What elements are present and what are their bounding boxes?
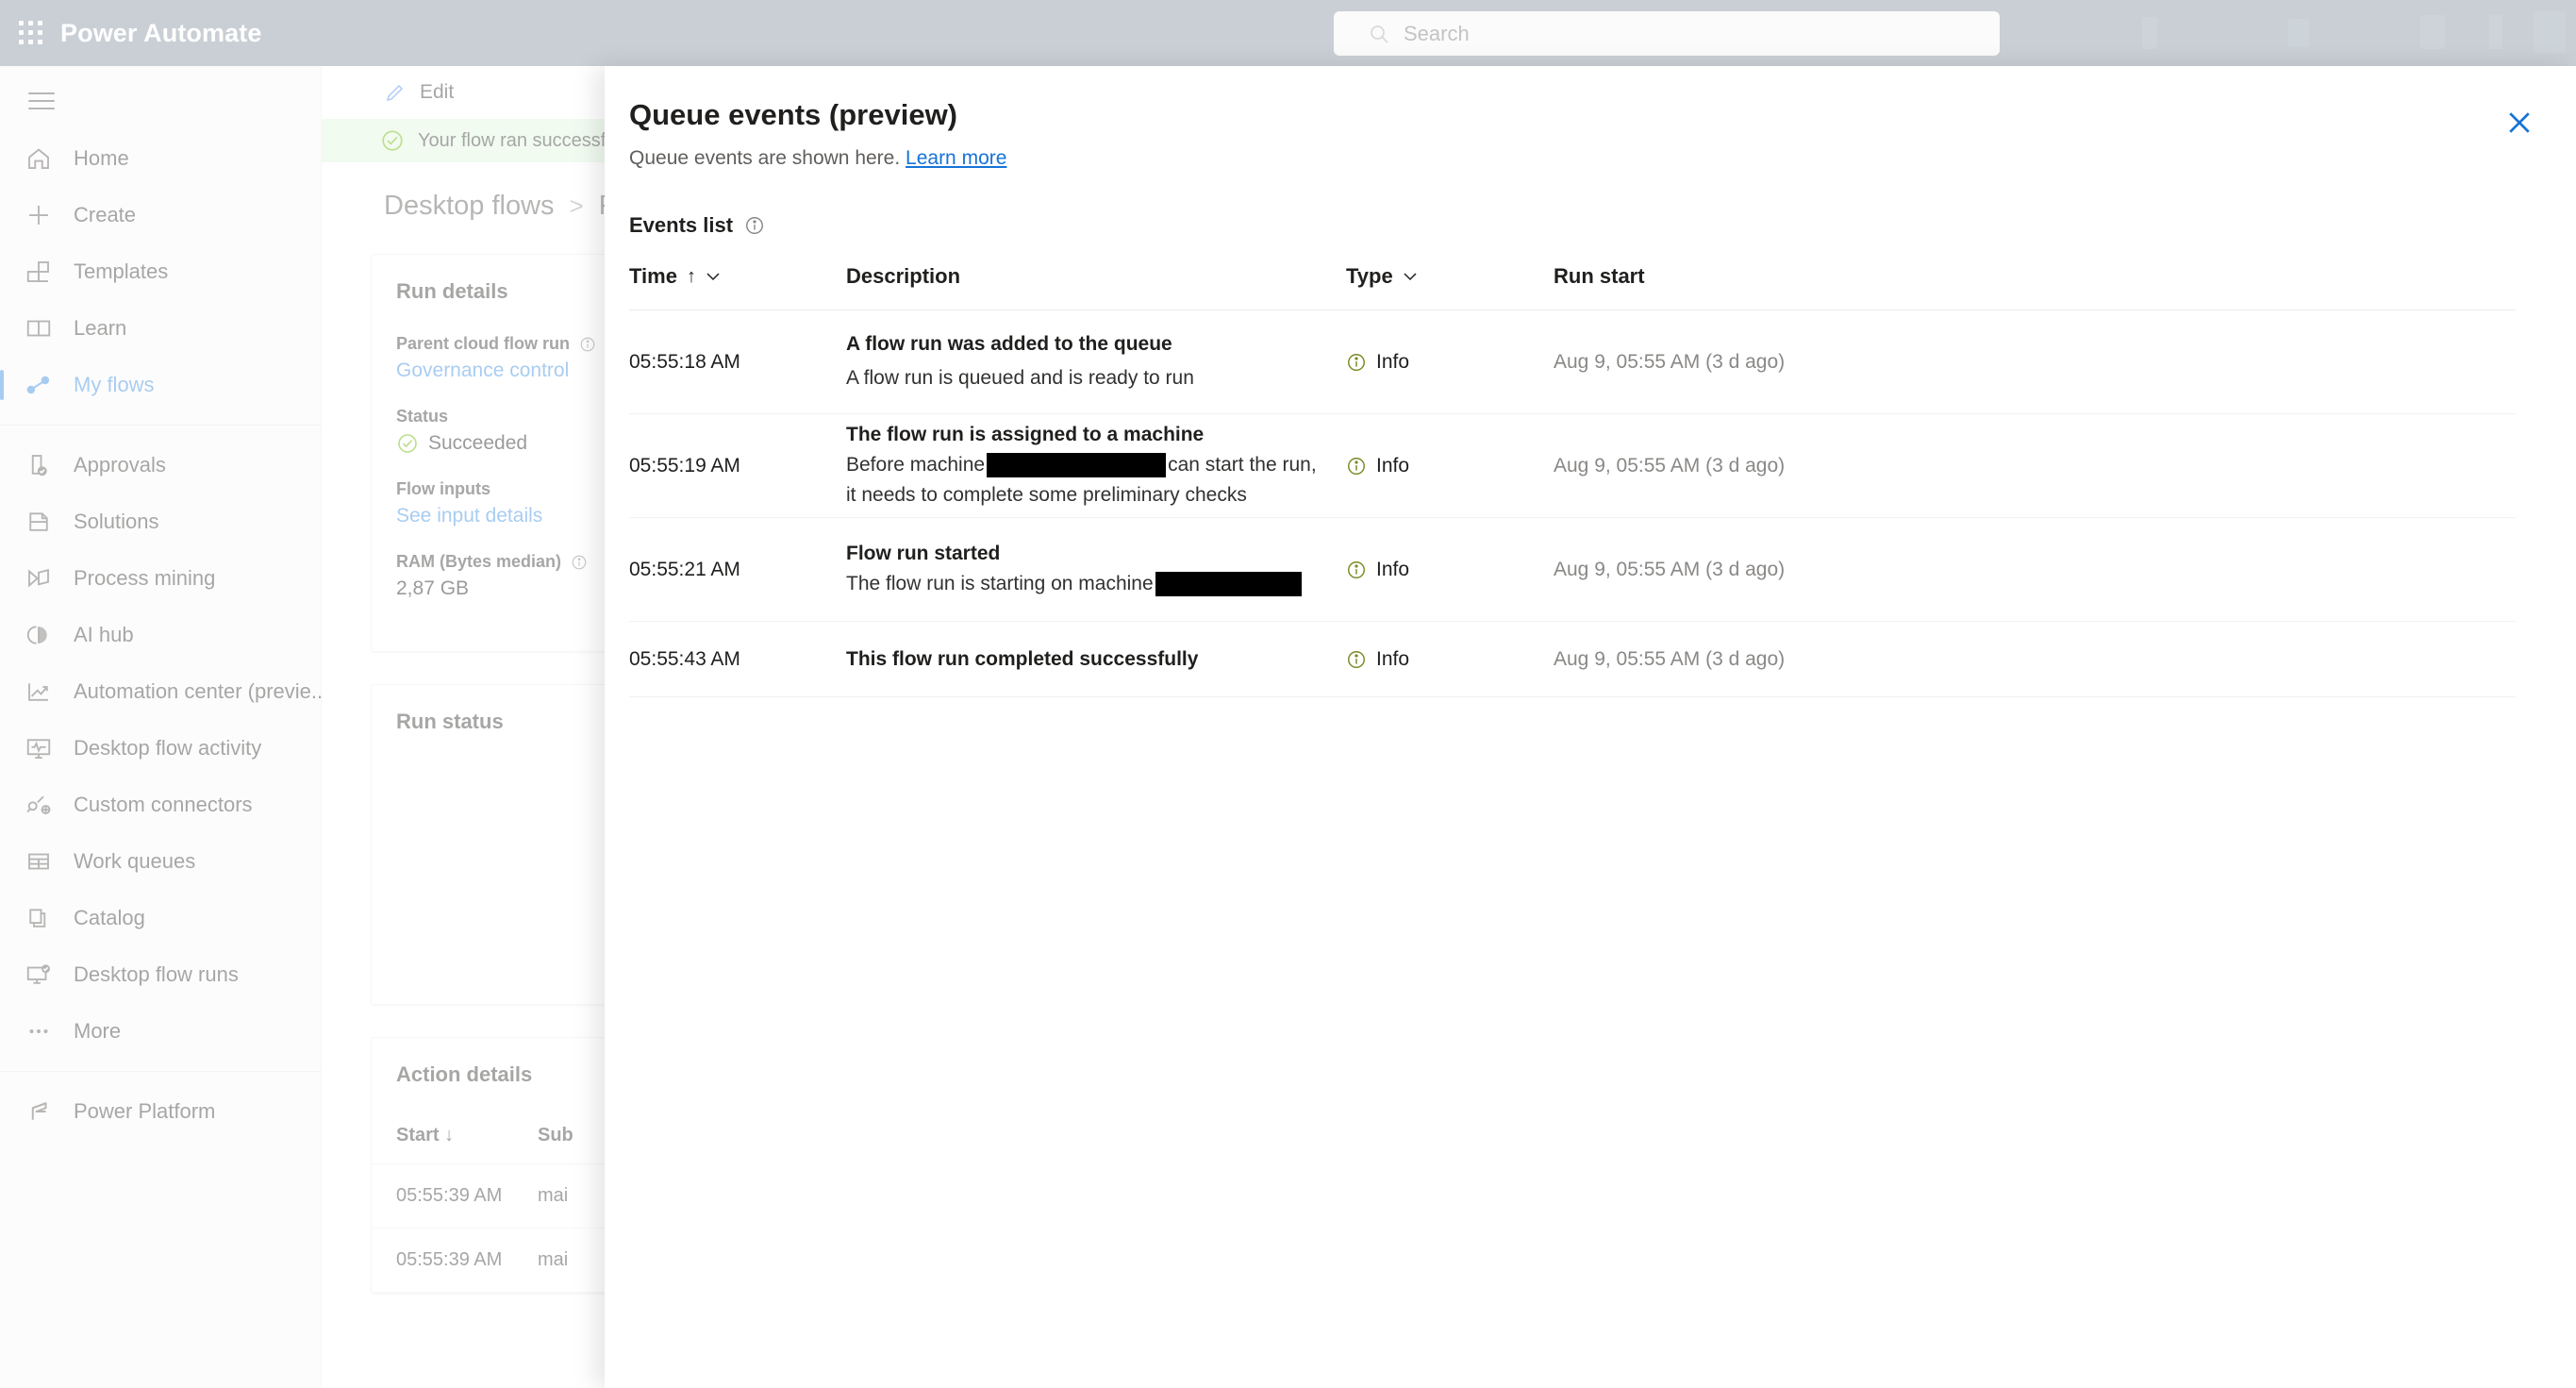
chevron-down-icon[interactable] <box>1403 272 1418 281</box>
cell-type: Info <box>1346 559 1554 581</box>
events-list-heading: Events list <box>605 170 2576 238</box>
cell-time: 05:55:43 AM <box>629 647 740 670</box>
cell-description: Flow run started The flow run is startin… <box>846 539 1346 599</box>
event-title: This flow run completed successfully <box>846 647 1199 670</box>
cell-run-start: Aug 9, 05:55 AM (3 d ago) <box>1554 454 1786 477</box>
info-circle-icon <box>1346 456 1367 477</box>
info-circle-icon <box>1346 560 1367 580</box>
event-detail: Before machine can start the run, it need… <box>846 453 1317 507</box>
table-row[interactable]: 05:55:19 AM The flow run is assigned to … <box>629 414 2516 518</box>
cell-description: A flow run was added to the queue A flow… <box>846 329 1346 393</box>
event-detail: The flow run is starting on machine <box>846 572 1304 597</box>
cell-description: The flow run is assigned to a machine Be… <box>846 420 1346 511</box>
cell-type: Info <box>1346 455 1554 477</box>
event-title: The flow run is assigned to a machine <box>846 424 1205 446</box>
status-badge: Info <box>1376 454 1410 477</box>
cell-run-start: Aug 9, 05:55 AM (3 d ago) <box>1554 558 1786 580</box>
sort-ascending-icon: ↑ <box>686 265 696 287</box>
column-header-time[interactable]: Time ↑ <box>629 264 846 289</box>
events-list-label: Events list <box>629 213 734 237</box>
status-badge: Info <box>1376 647 1410 670</box>
panel-title: Queue events (preview) <box>629 98 958 131</box>
cell-time: 05:55:21 AM <box>629 558 740 580</box>
info-circle-icon <box>1346 352 1367 373</box>
info-icon[interactable] <box>744 215 765 236</box>
close-icon[interactable] <box>2502 106 2536 140</box>
column-header-run-start: Run start <box>1554 264 1645 288</box>
queue-events-panel: Queue events (preview) Queue events are … <box>605 66 2576 1388</box>
column-header-type[interactable]: Type <box>1346 264 1554 289</box>
table-row[interactable]: 05:55:18 AM A flow run was added to the … <box>629 310 2516 414</box>
cell-run-start: Aug 9, 05:55 AM (3 d ago) <box>1554 350 1786 373</box>
cell-type: Info <box>1346 351 1554 374</box>
event-detail: A flow run is queued and is ready to run <box>846 366 1194 389</box>
event-title: Flow run started <box>846 543 1001 565</box>
info-circle-icon <box>1346 649 1367 670</box>
events-table: Time ↑ Description Type Run start 05:55:… <box>629 264 2516 697</box>
cell-time: 05:55:19 AM <box>629 454 740 477</box>
redacted-machine-name <box>1155 572 1302 597</box>
event-title: A flow run was added to the queue <box>846 333 1172 356</box>
cell-time: 05:55:18 AM <box>629 350 740 373</box>
status-badge: Info <box>1376 350 1410 373</box>
chevron-down-icon[interactable] <box>706 272 721 281</box>
events-table-header-row: Time ↑ Description Type Run start <box>629 264 2516 310</box>
table-row[interactable]: 05:55:21 AM Flow run started The flow ru… <box>629 518 2516 622</box>
learn-more-link[interactable]: Learn more <box>906 147 1006 169</box>
cell-type: Info <box>1346 648 1554 671</box>
redacted-machine-name <box>987 453 1167 478</box>
panel-subtitle-text: Queue events are shown here. <box>629 147 901 169</box>
cell-run-start: Aug 9, 05:55 AM (3 d ago) <box>1554 647 1786 670</box>
status-badge: Info <box>1376 558 1410 580</box>
panel-subtitle: Queue events are shown here. Learn more <box>605 132 2576 170</box>
column-header-description: Description <box>846 264 961 288</box>
table-row[interactable]: 05:55:43 AM This flow run completed succ… <box>629 622 2516 697</box>
cell-description: This flow run completed successfully <box>846 644 1346 675</box>
